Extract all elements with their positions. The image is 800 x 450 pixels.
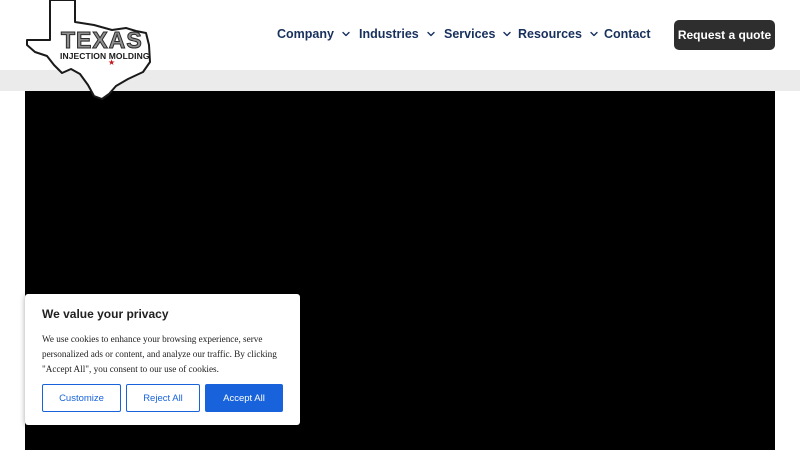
nav-item-label: Services (444, 27, 496, 41)
cookie-consent-banner: We value your privacy We use cookies to … (25, 294, 300, 425)
customize-button[interactable]: Customize (42, 384, 121, 412)
nav-item-label: Company (277, 27, 334, 41)
nav-item-resources[interactable]: Resources (518, 27, 599, 41)
page: Company Industries Services Resources Co… (0, 0, 800, 450)
chevron-down-icon (427, 31, 435, 37)
cookie-description: We use cookies to enhance your browsing … (42, 334, 277, 374)
cookie-button-row: Customize Reject All Accept All (42, 384, 283, 412)
chevron-down-icon (503, 31, 512, 37)
accept-all-button[interactable]: Accept All (205, 384, 283, 412)
logo-star-icon: ★ (108, 58, 116, 67)
chevron-down-icon (590, 31, 598, 37)
nav-item-label: Contact (604, 27, 651, 41)
site-logo[interactable]: TEXAS INJECTION MOLDING ★ (24, 0, 154, 100)
nav-item-company[interactable]: Company (277, 27, 351, 41)
logo-wordmark: TEXAS (61, 27, 143, 53)
nav-item-services[interactable]: Services (444, 27, 512, 41)
nav-item-industries[interactable]: Industries (359, 27, 436, 41)
nav-item-label: Industries (359, 27, 419, 41)
nav-item-contact[interactable]: Contact (604, 27, 651, 41)
logo-subtitle: INJECTION MOLDING (60, 51, 150, 61)
cookie-title: We value your privacy (42, 307, 169, 321)
reject-all-button[interactable]: Reject All (126, 384, 200, 412)
request-quote-button[interactable]: Request a quote (674, 20, 775, 50)
nav-item-label: Resources (518, 27, 582, 41)
chevron-down-icon (342, 31, 350, 37)
